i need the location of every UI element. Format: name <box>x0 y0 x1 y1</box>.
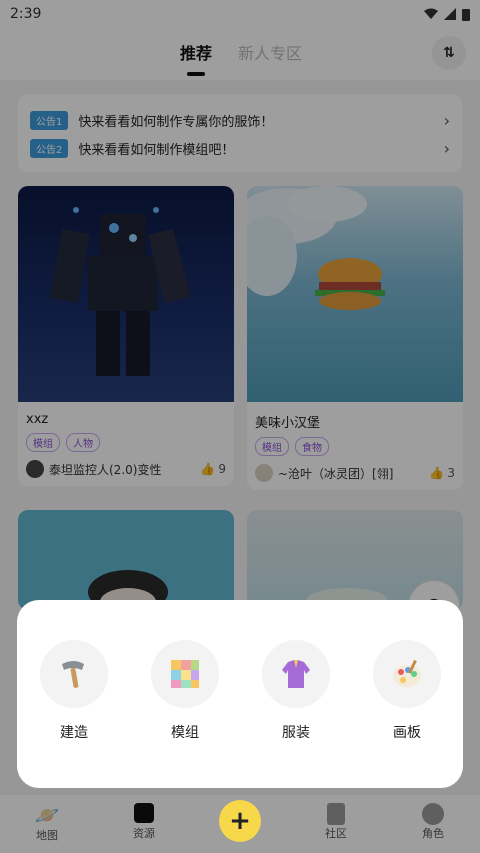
menu-label: 模组 <box>171 725 199 741</box>
menu-label: 服装 <box>282 725 310 741</box>
create-menu-sheet: 建造 模组 服装 画板 <box>17 600 463 788</box>
menu-drawing-board[interactable]: 画板 <box>372 640 442 742</box>
menu-mod[interactable]: 模组 <box>150 640 220 742</box>
menu-label: 建造 <box>60 725 88 741</box>
menu-build[interactable]: 建造 <box>39 640 109 742</box>
plus-icon: + <box>229 806 251 836</box>
menu-label: 画板 <box>393 725 421 741</box>
create-button[interactable]: + <box>219 800 261 842</box>
palette-icon <box>393 659 421 687</box>
jacket-icon <box>282 660 310 688</box>
hammer-icon <box>62 661 84 688</box>
menu-clothing[interactable]: 服装 <box>261 640 331 742</box>
cube-icon <box>171 660 199 688</box>
